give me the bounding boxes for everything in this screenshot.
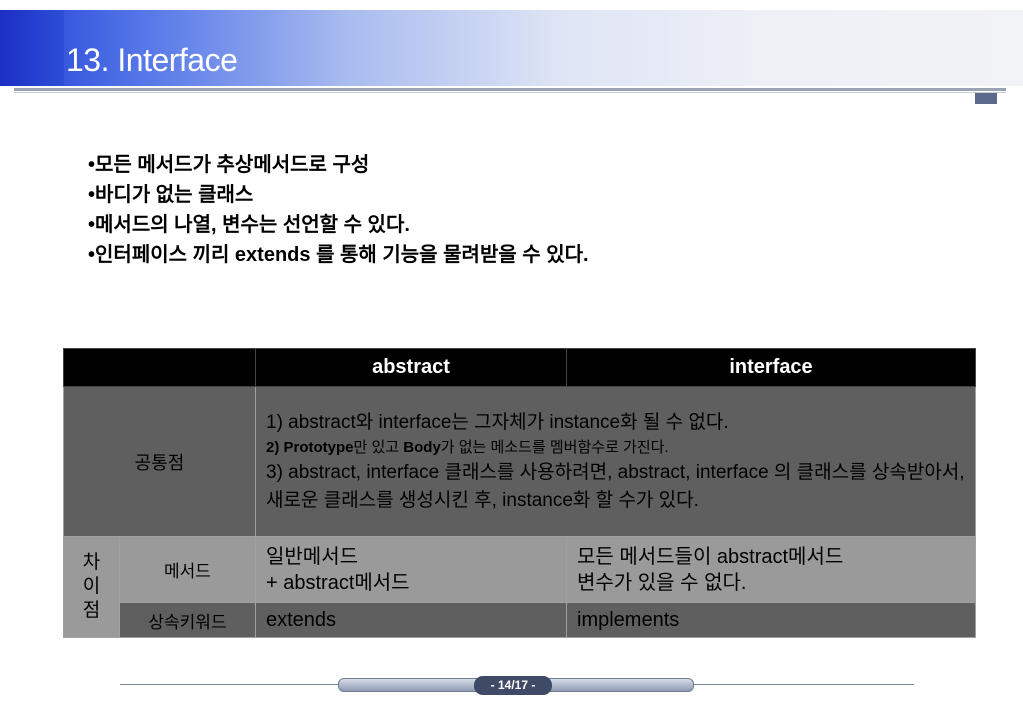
slide-title: 13. Interface [66, 42, 238, 78]
corner-marker [975, 93, 997, 104]
bullet-item: 모든 메서드가 추상메서드로 구성 [88, 150, 589, 180]
inherit-keyword-label: 상속키워드 [119, 602, 256, 638]
common-line-3: 3) abstract, interface 클래스를 사용하려면, abstr… [266, 461, 965, 511]
header-empty [63, 348, 256, 387]
bullet-item: 인터페이스 끼리 extends 를 통해 기능을 물려받을 수 있다. [88, 240, 589, 270]
bullet-list: 모든 메서드가 추상메서드로 구성 바디가 없는 클래스 메서드의 나열, 변수… [88, 150, 589, 270]
method-label: 메서드 [119, 536, 256, 603]
common-description: 1) abstract와 interface는 그자체가 instance화 될… [255, 386, 976, 537]
common-line-1: 1) abstract와 interface는 그자체가 instance화 될… [266, 411, 729, 433]
table-row-method: 차이점 메서드 일반메서드 + abstract메서드 모든 메서드들이 abs… [63, 536, 976, 638]
abstract-method-cell: 일반메서드 + abstract메서드 [255, 536, 567, 603]
common-line-2: 2) Prototype만 있고 Body가 없는 메소드를 멤버함수로 가진다… [266, 438, 669, 456]
difference-label: 차이점 [63, 536, 120, 638]
page-number: - 14/17 - [474, 676, 552, 695]
header-accent [0, 10, 64, 86]
interface-method-cell: 모든 메서드들이 abstract메서드 변수가 있을 수 없다. [566, 536, 976, 603]
comparison-table: abstract interface 공통점 1) abstract와 inte… [63, 348, 976, 638]
table-row-common: 공통점 1) abstract와 interface는 그자체가 instanc… [63, 386, 976, 537]
abstract-keyword-cell: extends [255, 602, 567, 638]
bullet-item: 메서드의 나열, 변수는 선언할 수 있다. [88, 210, 589, 240]
table-row-inherit: 상속키워드 extends implements [64, 602, 976, 638]
interface-keyword-cell: implements [566, 602, 976, 638]
header-abstract: abstract [255, 348, 567, 387]
table-header-row: abstract interface [63, 348, 976, 387]
common-label: 공통점 [63, 386, 256, 537]
bullet-item: 바디가 없는 클래스 [88, 180, 589, 210]
header-rule [14, 88, 1006, 91]
header-rule-thin [14, 92, 1006, 93]
header-interface: interface [566, 348, 976, 387]
